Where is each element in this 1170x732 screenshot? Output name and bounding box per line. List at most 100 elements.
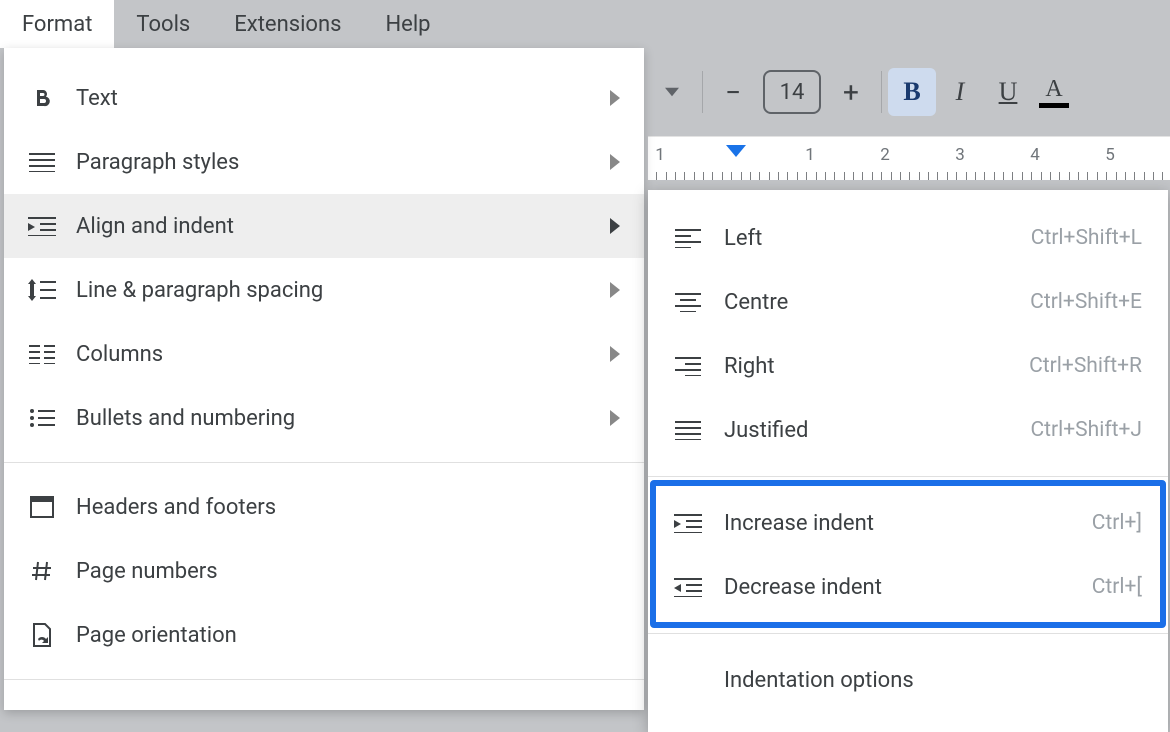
submenu-item-left[interactable]: Left Ctrl+Shift+L [648,206,1168,270]
submenu-separator [648,633,1168,634]
submenu-item-label: Increase indent [724,511,874,536]
indent-marker[interactable] [726,145,746,157]
submenu-item-shortcut: Ctrl+[ [1092,575,1142,599]
menu-item-label: Paragraph styles [76,150,239,175]
italic-glyph: I [956,77,965,107]
submenu-item-justified[interactable]: Justified Ctrl+Shift+J [648,398,1168,462]
submenu-item-label: Right [724,354,775,379]
menu-item-text[interactable]: Text [4,66,644,130]
submenu-item-shortcut: Ctrl+Shift+E [1030,290,1142,314]
columns-icon [28,340,56,368]
menu-item-label: Line & paragraph spacing [76,278,323,303]
blank-icon [674,666,702,694]
menu-format-label: Format [22,12,92,37]
submenu-item-shortcut: Ctrl+] [1092,511,1142,535]
menu-item-columns[interactable]: Columns [4,322,644,386]
submenu-arrow-icon [610,154,620,170]
align-indent-icon [28,212,56,240]
submenu-arrow-icon [610,218,620,234]
menu-extensions-label: Extensions [234,12,341,37]
ruler-number: 1 [805,145,815,165]
menu-item-label: Page orientation [76,623,237,648]
increase-font-size-button[interactable]: + [827,68,875,116]
submenu-item-label: Centre [724,290,788,315]
submenu-item-shortcut: Ctrl+Shift+R [1029,354,1142,378]
submenu-arrow-icon [610,346,620,362]
menu-tools[interactable]: Tools [114,0,212,48]
align-justified-icon [674,416,702,444]
align-centre-icon [674,288,702,316]
ruler-number: 1 [655,145,665,165]
menu-item-label: Page numbers [76,559,218,584]
menu-item-label: Bullets and numbering [76,406,295,431]
submenu-item-centre[interactable]: Centre Ctrl+Shift+E [648,270,1168,334]
submenu-item-shortcut: Ctrl+Shift+J [1031,418,1143,442]
menu-item-label: Headers and footers [76,495,276,520]
align-left-icon [674,224,702,252]
submenu-item-label: Left [724,226,762,251]
menu-separator [4,679,644,680]
paragraph-styles-icon [28,148,56,176]
decrease-font-size-button[interactable]: − [709,68,757,116]
font-size-control: − 14 + [709,68,875,116]
align-indent-submenu: Left Ctrl+Shift+L Centre Ctrl+Shift+E Ri… [648,190,1168,732]
italic-button[interactable]: I [936,68,984,116]
menu-item-headers-footers[interactable]: Headers and footers [4,475,644,539]
submenu-item-label: Decrease indent [724,575,882,600]
decrease-indent-icon [674,573,702,601]
text-color-bar [1039,103,1069,108]
underline-button[interactable]: U [984,68,1032,116]
submenu-arrow-icon [610,90,620,106]
menubar: Format Tools Extensions Help [0,0,1170,48]
submenu-item-shortcut: Ctrl+Shift+L [1031,226,1142,250]
menu-item-bullets-numbering[interactable]: Bullets and numbering [4,386,644,450]
line-spacing-icon [28,276,56,304]
menu-item-label: Text [76,86,118,111]
bold-button[interactable]: B [888,68,936,116]
font-size-value: 14 [780,80,805,105]
font-size-input[interactable]: 14 [763,70,821,114]
text-color-button[interactable]: A [1032,68,1076,116]
increase-indent-icon [674,509,702,537]
menu-item-paragraph-styles[interactable]: Paragraph styles [4,130,644,194]
menu-help-label: Help [385,12,430,37]
submenu-arrow-icon [610,410,620,426]
submenu-item-right[interactable]: Right Ctrl+Shift+R [648,334,1168,398]
bold-icon [28,84,56,112]
menu-format[interactable]: Format [0,0,114,48]
menu-help[interactable]: Help [363,0,452,48]
bold-glyph: B [903,77,920,107]
font-family-dropdown[interactable] [648,68,696,116]
menu-tools-label: Tools [136,12,190,37]
menu-item-line-spacing[interactable]: Line & paragraph spacing [4,258,644,322]
ruler-number: 5 [1105,145,1115,165]
submenu-separator [648,476,1168,477]
menu-item-align-and-indent[interactable]: Align and indent [4,194,644,258]
page-numbers-icon [28,557,56,585]
headers-footers-icon [28,493,56,521]
submenu-item-indentation-options[interactable]: Indentation options [648,648,1168,712]
submenu-item-label: Justified [724,418,808,443]
menu-item-page-numbers[interactable]: Page numbers [4,539,644,603]
menu-item-label: Align and indent [76,214,234,239]
submenu-item-decrease-indent[interactable]: Decrease indent Ctrl+[ [648,555,1168,619]
menu-item-label: Columns [76,342,163,367]
bullets-numbering-icon [28,404,56,432]
submenu-item-label: Indentation options [724,668,914,693]
submenu-arrow-icon [610,282,620,298]
ruler-number: 2 [880,145,890,165]
align-right-icon [674,352,702,380]
menu-separator [4,462,644,463]
text-color-glyph: A [1045,77,1062,101]
menu-item-page-orientation[interactable]: Page orientation [4,603,644,667]
menu-extensions[interactable]: Extensions [212,0,363,48]
page-orientation-icon [28,621,56,649]
submenu-item-increase-indent[interactable]: Increase indent Ctrl+] [648,491,1168,555]
ruler[interactable]: 1 1 2 3 4 5 // ticks will be drawn after… [648,136,1170,180]
ruler-number: 3 [955,145,965,165]
format-dropdown: Text Paragraph styles Align and indent L… [4,48,644,710]
toolbar-separator [881,71,882,113]
underline-glyph: U [999,77,1018,107]
toolbar-separator [702,71,703,113]
ruler-number: 4 [1030,145,1040,165]
